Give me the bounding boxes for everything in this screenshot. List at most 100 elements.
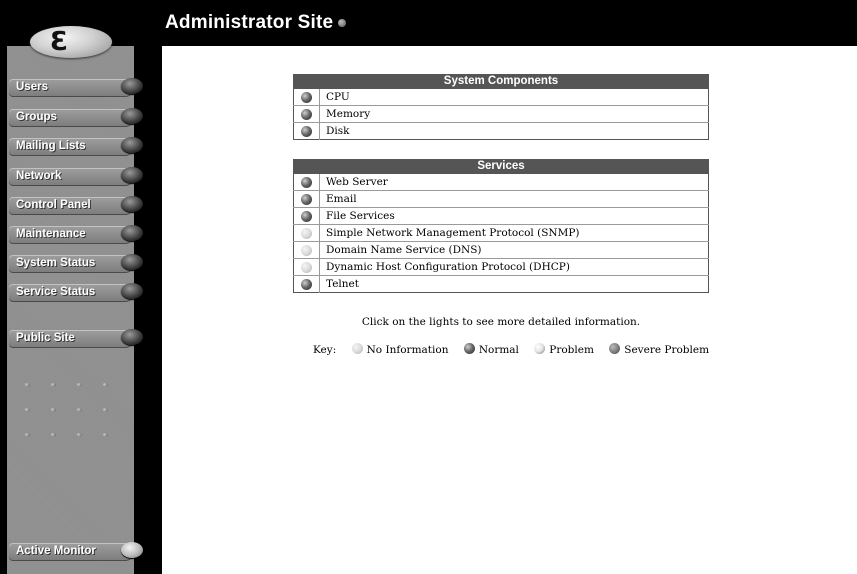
status-light-icon <box>121 542 143 558</box>
table-row: Web Server <box>293 173 709 191</box>
sidebar-item-label: Control Panel <box>16 199 91 211</box>
rivet-icon <box>76 408 82 412</box>
status-light-icon <box>121 78 143 94</box>
page-title: Administrator Site <box>165 12 347 34</box>
table-row: Memory <box>293 105 709 123</box>
rivet-icon <box>102 408 108 412</box>
rivet-icon <box>24 408 30 412</box>
sidebar-item-label: Users <box>16 81 48 93</box>
status-light-icon[interactable] <box>301 227 312 239</box>
light-cell <box>293 122 320 140</box>
sidebar-item-control-panel[interactable]: Control Panel <box>9 196 143 215</box>
sidebar-item-public-site[interactable]: Public Site <box>9 329 143 348</box>
rivet-icon <box>76 383 82 387</box>
status-key: Key: No Information Normal Problem Sever… <box>313 343 709 356</box>
normal-light-icon <box>463 343 475 354</box>
key-item-label: Severe Problem <box>624 344 710 356</box>
status-light-icon <box>121 254 143 270</box>
sidebar-item-label: System Status <box>16 257 96 269</box>
service-label: Simple Network Management Protocol (SNMP… <box>319 224 709 242</box>
table-row: Simple Network Management Protocol (SNMP… <box>293 224 709 242</box>
status-light-icon <box>121 283 143 299</box>
table-row: Dynamic Host Configuration Protocol (DHC… <box>293 258 709 276</box>
sidebar-item-label: Network <box>16 170 62 182</box>
status-light-icon[interactable] <box>301 261 312 273</box>
title-dot-icon <box>338 18 347 27</box>
rivet-icon <box>50 383 56 387</box>
component-label: Disk <box>319 122 709 140</box>
key-item-label: Normal <box>478 344 519 356</box>
hint-text: Click on the lights to see more detailed… <box>361 316 641 328</box>
status-light-icon[interactable] <box>301 91 312 103</box>
sidebar-item-label: Service Status <box>16 286 96 298</box>
c-logo-icon: ℇ <box>50 27 66 57</box>
service-label: Email <box>319 190 709 208</box>
status-light-icon <box>121 196 143 212</box>
sidebar-item-label: Groups <box>16 111 57 123</box>
services-table: Services Web Server Email File Services … <box>293 159 709 293</box>
sidebar-item-users[interactable]: Users <box>9 78 143 97</box>
service-label: Telnet <box>319 275 709 293</box>
sidebar-item-system-status[interactable]: System Status <box>9 254 143 273</box>
sidebar-item-mailing-lists[interactable]: Mailing Lists <box>9 137 143 156</box>
table-row: Telnet <box>293 275 709 293</box>
service-label: Web Server <box>319 173 709 191</box>
table-row: CPU <box>293 88 709 106</box>
status-light-icon[interactable] <box>301 278 312 290</box>
service-label: Dynamic Host Configuration Protocol (DHC… <box>319 258 709 276</box>
sidebar-item-network[interactable]: Network <box>9 167 143 186</box>
sidebar-item-active-monitor[interactable]: Active Monitor <box>9 542 143 561</box>
rivet-icon <box>50 408 56 412</box>
sidebar-item-label: Mailing Lists <box>16 140 86 152</box>
problem-light-icon <box>534 343 546 354</box>
light-cell <box>293 105 320 123</box>
sidebar-item-label: Maintenance <box>16 228 86 240</box>
page-title-text: Administrator Site <box>165 12 334 33</box>
rivet-icon <box>76 433 82 437</box>
table-row: Domain Name Service (DNS) <box>293 241 709 259</box>
light-cell <box>293 241 320 259</box>
status-light-icon <box>121 108 143 124</box>
light-cell <box>293 173 320 191</box>
table-row: Email <box>293 190 709 208</box>
no-information-light-icon <box>351 343 363 354</box>
logo: ℇ <box>30 26 112 58</box>
light-cell <box>293 190 320 208</box>
header-bar: Administrator Site <box>0 0 857 46</box>
rivet-icon <box>50 433 56 437</box>
rivet-icon <box>24 433 30 437</box>
sidebar-item-maintenance[interactable]: Maintenance <box>9 225 143 244</box>
component-label: Memory <box>319 105 709 123</box>
status-light-icon <box>121 137 143 153</box>
sidebar-item-service-status[interactable]: Service Status <box>9 283 143 302</box>
status-light-icon[interactable] <box>301 193 312 205</box>
rivet-icon <box>102 383 108 387</box>
status-light-icon[interactable] <box>301 210 312 222</box>
rivet-icon <box>24 383 30 387</box>
status-light-icon[interactable] <box>301 125 312 137</box>
status-light-icon[interactable] <box>301 176 312 188</box>
sidebar-item-groups[interactable]: Groups <box>9 108 143 127</box>
service-label: File Services <box>319 207 709 225</box>
service-label: Domain Name Service (DNS) <box>319 241 709 259</box>
key-item-label: No Information <box>366 344 449 356</box>
light-cell <box>293 207 320 225</box>
status-light-icon <box>121 225 143 241</box>
decorative-rivets <box>20 376 120 437</box>
light-cell <box>293 88 320 106</box>
sidebar-item-label: Active Monitor <box>16 545 96 557</box>
sidebar: Users Groups Mailing Lists Network Contr… <box>0 46 162 574</box>
table-header: Services <box>293 159 709 174</box>
rivet-icon <box>102 433 108 437</box>
table-header: System Components <box>293 74 709 89</box>
light-cell <box>293 258 320 276</box>
system-components-table: System Components CPU Memory Disk <box>293 74 709 140</box>
status-light-icon <box>121 167 143 183</box>
status-light-icon[interactable] <box>301 108 312 120</box>
component-label: CPU <box>319 88 709 106</box>
key-item-no-information: No Information <box>351 343 449 356</box>
light-cell <box>293 275 320 293</box>
key-item-label: Problem <box>549 344 594 356</box>
status-light-icon <box>121 329 143 345</box>
status-light-icon[interactable] <box>301 244 312 256</box>
